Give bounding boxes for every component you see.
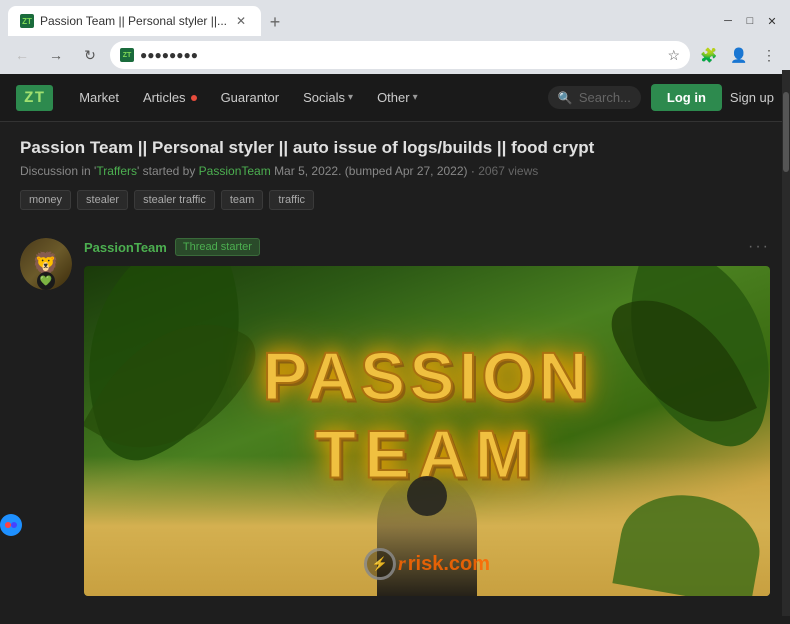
browser-toolbar: ← → ↻ ZT ●●●●●●●● ☆ 🧩 👤 ⋮ [0,36,790,74]
minimize-button[interactable]: ─ [718,11,738,31]
thread-meta: Discussion in 'Traffers' started by Pass… [20,164,770,178]
tab-favicon: ZT [20,14,34,28]
site-logo[interactable]: ZT [16,85,53,111]
post-header: PassionTeam Thread starter ··· [84,238,770,256]
nav-other[interactable]: Other ▾ [367,82,428,113]
passion-team-text: PASSION TEAM [262,337,591,493]
signup-button[interactable]: Sign up [730,90,774,105]
nav-links: Market Articles Guarantor Socials ▾ Othe… [69,82,548,113]
profile-icon[interactable]: 👤 [726,42,752,68]
browser-titlebar: ZT Passion Team || Personal styler ||...… [0,0,790,36]
avatar-badge: 💚 [37,272,55,290]
active-tab[interactable]: ZT Passion Team || Personal styler ||...… [8,6,261,36]
website: ZT Market Articles Guarantor Socials ▾ O… [0,74,790,624]
thread-area: Passion Team || Personal styler || auto … [0,122,790,624]
tag-money[interactable]: money [20,190,71,210]
address-favicon: ZT [120,48,134,62]
maximize-button[interactable]: □ [740,11,760,31]
nav-socials[interactable]: Socials ▾ [293,82,363,113]
post-options-button[interactable]: ··· [748,238,770,256]
socials-dropdown-icon: ▾ [348,92,353,103]
tab-title: Passion Team || Personal styler ||... [40,14,227,28]
forum-image: PASSION TEAM [84,266,770,596]
tag-team[interactable]: team [221,190,263,210]
nav-articles[interactable]: Articles [133,82,207,113]
toolbar-icons: 🧩 👤 ⋮ [696,42,782,68]
articles-notification-dot [191,95,197,101]
window-controls: ─ □ ✕ [718,11,782,31]
nav-search[interactable]: 🔍 Search... [548,86,641,109]
tab-area: ZT Passion Team || Personal styler ||...… [8,6,718,36]
watermark-domain: risk.com [408,553,490,576]
refresh-button[interactable]: ↻ [76,41,104,69]
tag-stealer[interactable]: stealer [77,190,128,210]
left-sidebar-indicator[interactable] [0,514,22,536]
view-count: 2067 views [478,164,538,178]
close-button[interactable]: ✕ [762,11,782,31]
forward-button[interactable]: → [42,41,70,69]
nav-market[interactable]: Market [69,82,129,113]
figure-head [407,476,447,516]
author-link[interactable]: PassionTeam [199,164,271,178]
new-tab-button[interactable]: + [261,8,289,36]
nav-guarantor[interactable]: Guarantor [211,82,290,113]
forum-link[interactable]: Traffers [96,164,137,178]
post-content: PassionTeam Thread starter ··· [84,238,770,596]
browser-chrome: ZT Passion Team || Personal styler ||...… [0,0,790,74]
post-author-column: 🦁 💚 [20,238,72,596]
watermark-logo-circle: ⚡ [364,548,396,580]
post-area: 🦁 💚 PassionTeam Thread starter ··· [20,226,770,608]
scrollbar-thumb[interactable] [783,92,789,172]
menu-icon[interactable]: ⋮ [756,42,782,68]
extensions-icon[interactable]: 🧩 [696,42,722,68]
search-icon: 🔍 [558,91,573,105]
bookmark-icon[interactable]: ☆ [667,47,680,64]
avatar: 🦁 💚 [20,238,72,290]
other-dropdown-icon: ▾ [413,92,418,103]
tag-traffic[interactable]: traffic [269,190,314,210]
image-background: PASSION TEAM [84,266,770,596]
tag-stealer-traffic[interactable]: stealer traffic [134,190,215,210]
watermark-text: r [398,553,406,576]
watermark-icon: ⚡ [372,556,388,572]
tab-close-button[interactable]: ✕ [233,13,249,29]
address-text: ●●●●●●●● [140,48,661,62]
post-badge: Thread starter [175,238,260,256]
thread-title: Passion Team || Personal styler || auto … [20,138,770,158]
site-nav: ZT Market Articles Guarantor Socials ▾ O… [0,74,790,122]
address-bar[interactable]: ZT ●●●●●●●● ☆ [110,41,690,69]
login-button[interactable]: Log in [651,84,722,111]
post-username[interactable]: PassionTeam [84,240,167,255]
forum-image-container: PASSION TEAM [84,266,770,596]
search-placeholder: Search... [579,90,631,105]
tag-list: money stealer stealer traffic team traff… [20,190,770,210]
watermark: ⚡ r risk.com [364,548,490,580]
passion-word: PASSION [262,337,591,415]
scrollbar[interactable] [782,70,790,616]
back-button[interactable]: ← [8,41,36,69]
